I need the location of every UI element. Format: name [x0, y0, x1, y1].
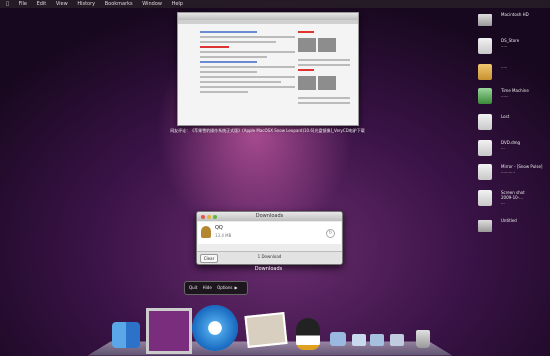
dock-folder-icon[interactable] — [370, 334, 384, 346]
thumbnail-image — [318, 76, 336, 90]
thumbnail-image — [298, 76, 316, 90]
downloads-titlebar[interactable]: Downloads — [197, 212, 342, 221]
content-right-column — [298, 28, 350, 121]
downloads-window[interactable]: Downloads QQ 13.4 MB ↻ Clear 1 Download — [196, 211, 343, 265]
download-filename: QQ — [215, 225, 223, 231]
menu-window[interactable]: Window — [142, 1, 162, 7]
submenu-arrow-icon: ▶ — [234, 285, 238, 290]
desktop-icon-untitled[interactable]: Untitled — [478, 216, 548, 238]
safari-icon[interactable] — [192, 305, 238, 351]
expose-window-caption: 网友评论：《苹果雪豹操作系统正式版》(Apple MacOSX Snow Leo… — [170, 128, 365, 133]
window-content — [178, 24, 358, 125]
zoom-button[interactable] — [213, 215, 217, 219]
document-icon — [478, 114, 492, 130]
expose-window-preview[interactable] — [177, 12, 359, 126]
desktop-icon-screenshot[interactable]: Screen shot 2009-10-... ... — [478, 188, 548, 210]
folder-icon — [478, 64, 492, 80]
menu-file[interactable]: File — [19, 1, 27, 7]
menu-items:  File Edit View History Bookmarks Windo… — [6, 0, 191, 8]
downloads-title: Downloads — [255, 213, 284, 219]
qq-installer-icon — [201, 226, 211, 238]
hard-disk-icon — [478, 14, 492, 26]
download-list-item[interactable]: QQ 13.4 MB ↻ — [198, 222, 341, 244]
desktop-icon-file[interactable]: Mirror - [Snow Pulse] ........... — [478, 162, 548, 184]
download-size: 13.4 MB — [215, 233, 232, 238]
clear-button[interactable]: Clear — [200, 254, 218, 263]
menu-edit[interactable]: Edit — [37, 1, 47, 7]
menu-bar:  File Edit View History Bookmarks Windo… — [0, 0, 550, 8]
apple-menu-icon[interactable]:  — [6, 1, 9, 7]
minimize-button[interactable] — [207, 215, 211, 219]
menu-bookmarks[interactable]: Bookmarks — [105, 1, 133, 7]
dock-folder-icon[interactable] — [390, 334, 404, 346]
document-icon — [478, 164, 492, 180]
thumbnail-image — [318, 38, 336, 52]
desktop-icon-hard-disk[interactable]: Macintosh HD — [478, 10, 548, 32]
trash-icon[interactable] — [416, 330, 430, 348]
image-file-icon — [478, 190, 492, 206]
desktop-icon-folder[interactable]: ..... — [478, 62, 548, 84]
dock-context-menu: Quit Hide Options ▶ — [184, 281, 248, 295]
photo-app-icon[interactable] — [244, 311, 288, 349]
content-left-column — [200, 28, 295, 121]
desktop-icon-file[interactable]: Lost — [478, 112, 548, 134]
close-button[interactable] — [201, 215, 205, 219]
downloads-window-caption: Downloads — [254, 266, 283, 272]
dock-app-icon[interactable] — [330, 332, 346, 346]
application-stack-icon[interactable] — [146, 308, 192, 354]
disk-image-icon — [478, 140, 492, 156]
window-titlebar — [178, 13, 358, 20]
document-icon — [478, 38, 492, 54]
desktop-icon-dmg[interactable]: DVD.dmg ... — [478, 138, 548, 160]
menu-item-quit[interactable]: Quit — [189, 285, 197, 290]
desktop-icon-file[interactable]: DS_Store ..... — [478, 36, 548, 58]
dock-folder-icon[interactable] — [352, 334, 366, 346]
qq-icon[interactable] — [296, 318, 320, 350]
finder-icon[interactable] — [112, 322, 140, 348]
menu-view[interactable]: View — [56, 1, 68, 7]
thumbnail-image — [298, 38, 316, 52]
menu-history[interactable]: History — [77, 1, 95, 7]
time-machine-icon — [478, 88, 492, 104]
download-count: 1 Download — [257, 254, 282, 259]
reveal-in-finder-icon[interactable]: ↻ — [326, 229, 335, 238]
desktop-icon-time-machine[interactable]: Time Machine ...... — [478, 86, 548, 108]
menu-help[interactable]: Help — [172, 1, 183, 7]
menu-item-hide[interactable]: Hide — [203, 285, 212, 290]
drive-icon — [478, 220, 492, 232]
menu-item-options[interactable]: Options — [217, 285, 232, 290]
downloads-footer: Clear 1 Download — [197, 251, 342, 264]
